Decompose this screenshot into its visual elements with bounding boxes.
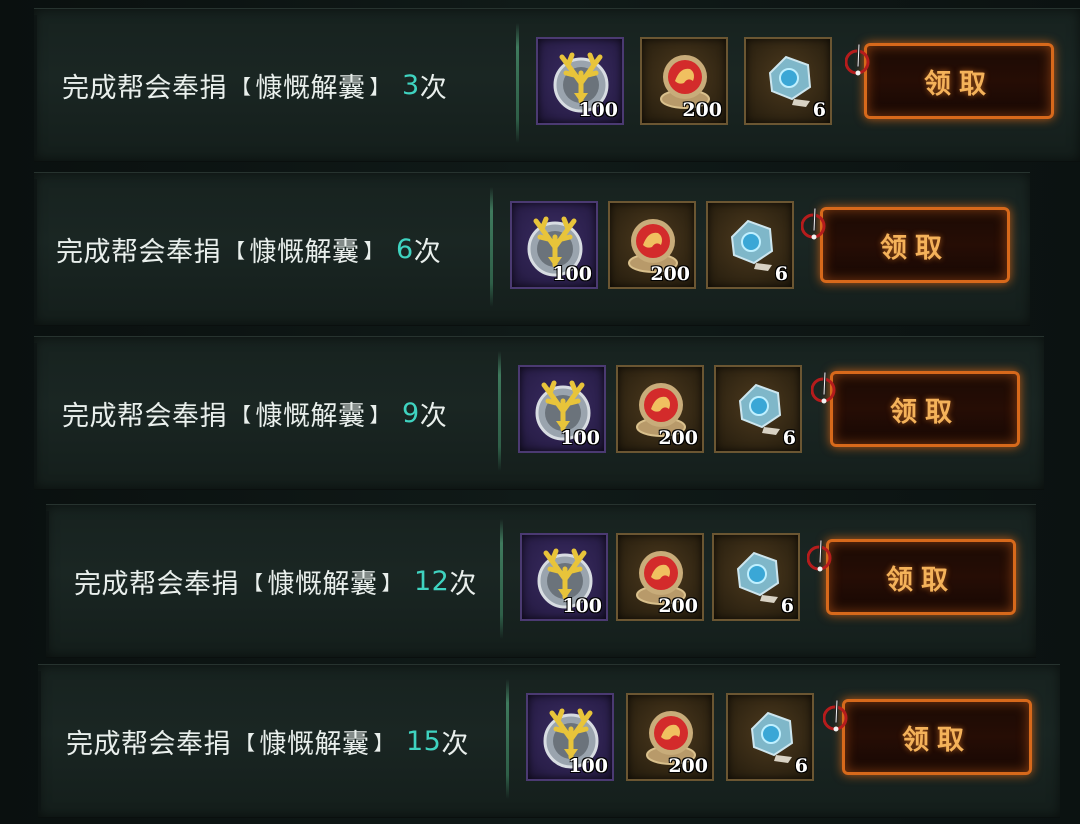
task-unit: 次 bbox=[441, 728, 469, 760]
task-item-name: 慷慨解囊 bbox=[267, 568, 378, 600]
reward-quantity: 100 bbox=[568, 755, 608, 777]
reward-slot-red-emblem[interactable]: 200 bbox=[626, 693, 714, 781]
task-count: 12 bbox=[414, 565, 450, 597]
reward-quantity: 6 bbox=[794, 755, 808, 777]
bracket-left: 【 bbox=[235, 730, 256, 755]
task-item-name: 慷慨解囊 bbox=[255, 72, 366, 104]
reward-slot-blue-crystal[interactable]: 6 bbox=[726, 693, 814, 781]
task-description: 完成帮会奉捐 【 慷慨解囊 】 12 次 bbox=[74, 505, 477, 657]
reward-quantity: 100 bbox=[560, 427, 600, 449]
reward-row: 完成帮会奉捐 【 慷慨解囊 】 6 次 100 200 6 领取 bbox=[34, 172, 1030, 326]
reward-slot-red-emblem[interactable]: 200 bbox=[608, 201, 696, 289]
reward-quantity: 6 bbox=[780, 595, 794, 617]
divider bbox=[516, 23, 519, 143]
bracket-right: 】 bbox=[373, 730, 394, 755]
task-prefix: 完成帮会奉捐 bbox=[56, 236, 221, 268]
claim-button[interactable]: 领取 bbox=[845, 43, 1054, 119]
reward-quantity: 100 bbox=[552, 263, 592, 285]
task-unit: 次 bbox=[419, 72, 448, 104]
task-prefix: 完成帮会奉捐 bbox=[66, 728, 231, 760]
reward-quantity: 200 bbox=[658, 427, 698, 449]
reward-row: 完成帮会奉捐 【 慷慨解囊 】 15 次 100 200 6 领取 bbox=[38, 664, 1060, 818]
task-item-name: 慷慨解囊 bbox=[259, 728, 370, 760]
reward-quantity: 6 bbox=[782, 427, 796, 449]
exclamation-alert-icon bbox=[807, 539, 832, 572]
reward-slot-antler-medal[interactable]: 100 bbox=[510, 201, 598, 289]
divider bbox=[500, 519, 503, 639]
reward-slot-blue-crystal[interactable]: 6 bbox=[712, 533, 800, 621]
task-unit: 次 bbox=[449, 568, 477, 600]
task-item-name: 慷慨解囊 bbox=[255, 400, 366, 432]
task-prefix: 完成帮会奉捐 bbox=[62, 72, 227, 104]
task-count: 9 bbox=[402, 397, 420, 429]
claim-button[interactable]: 领取 bbox=[823, 699, 1032, 775]
divider bbox=[506, 679, 509, 799]
claim-button-label: 领取 bbox=[880, 232, 950, 264]
task-count: 3 bbox=[402, 69, 420, 101]
claim-button[interactable]: 领取 bbox=[811, 371, 1020, 447]
reward-quantity: 200 bbox=[650, 263, 690, 285]
exclamation-alert-icon bbox=[801, 207, 826, 240]
task-description: 完成帮会奉捐 【 慷慨解囊 】 6 次 bbox=[56, 173, 441, 325]
divider bbox=[490, 187, 493, 307]
reward-slot-antler-medal[interactable]: 100 bbox=[520, 533, 608, 621]
reward-quantity: 100 bbox=[562, 595, 602, 617]
reward-slot-antler-medal[interactable]: 100 bbox=[536, 37, 624, 125]
claim-button-label: 领取 bbox=[924, 68, 994, 100]
exclamation-alert-icon bbox=[823, 699, 848, 732]
reward-slot-red-emblem[interactable]: 200 bbox=[616, 533, 704, 621]
bracket-left: 【 bbox=[243, 570, 264, 595]
claim-button[interactable]: 领取 bbox=[807, 539, 1016, 615]
reward-quantity: 200 bbox=[682, 99, 722, 121]
task-count: 6 bbox=[396, 233, 414, 265]
bracket-left: 【 bbox=[231, 402, 252, 427]
reward-row: 完成帮会奉捐 【 慷慨解囊 】 3 次 100 200 6 领取 bbox=[34, 8, 1080, 162]
claim-button[interactable]: 领取 bbox=[801, 207, 1010, 283]
task-description: 完成帮会奉捐 【 慷慨解囊 】 9 次 bbox=[62, 337, 447, 489]
bracket-right: 】 bbox=[363, 238, 384, 263]
guild-donation-reward-list: 完成帮会奉捐 【 慷慨解囊 】 3 次 100 200 6 领取 完成帮会奉捐 … bbox=[0, 0, 1080, 824]
reward-quantity: 6 bbox=[812, 99, 826, 121]
task-description: 完成帮会奉捐 【 慷慨解囊 】 15 次 bbox=[66, 665, 469, 817]
claim-button-label: 领取 bbox=[890, 396, 960, 428]
divider bbox=[498, 351, 501, 471]
task-unit: 次 bbox=[419, 400, 448, 432]
bracket-right: 】 bbox=[369, 402, 390, 427]
claim-button-label: 领取 bbox=[902, 724, 972, 756]
reward-row: 完成帮会奉捐 【 慷慨解囊 】 12 次 100 200 6 领取 bbox=[46, 504, 1036, 658]
reward-slot-blue-crystal[interactable]: 6 bbox=[744, 37, 832, 125]
task-item-name: 慷慨解囊 bbox=[249, 236, 360, 268]
reward-slot-red-emblem[interactable]: 200 bbox=[640, 37, 728, 125]
bracket-right: 】 bbox=[381, 570, 402, 595]
reward-slot-blue-crystal[interactable]: 6 bbox=[714, 365, 802, 453]
exclamation-alert-icon bbox=[811, 371, 836, 404]
task-unit: 次 bbox=[413, 236, 442, 268]
claim-button-label: 领取 bbox=[886, 564, 956, 596]
exclamation-alert-icon bbox=[845, 43, 870, 76]
reward-quantity: 6 bbox=[774, 263, 788, 285]
bracket-left: 【 bbox=[225, 238, 246, 263]
reward-slot-antler-medal[interactable]: 100 bbox=[518, 365, 606, 453]
reward-row: 完成帮会奉捐 【 慷慨解囊 】 9 次 100 200 6 领取 bbox=[34, 336, 1044, 490]
task-prefix: 完成帮会奉捐 bbox=[62, 400, 227, 432]
task-description: 完成帮会奉捐 【 慷慨解囊 】 3 次 bbox=[62, 9, 447, 161]
reward-quantity: 200 bbox=[658, 595, 698, 617]
bracket-left: 【 bbox=[231, 74, 252, 99]
task-prefix: 完成帮会奉捐 bbox=[74, 568, 239, 600]
reward-slot-blue-crystal[interactable]: 6 bbox=[706, 201, 794, 289]
reward-quantity: 200 bbox=[668, 755, 708, 777]
reward-quantity: 100 bbox=[578, 99, 618, 121]
reward-slot-antler-medal[interactable]: 100 bbox=[526, 693, 614, 781]
bracket-right: 】 bbox=[369, 74, 390, 99]
task-count: 15 bbox=[406, 725, 442, 757]
reward-slot-red-emblem[interactable]: 200 bbox=[616, 365, 704, 453]
